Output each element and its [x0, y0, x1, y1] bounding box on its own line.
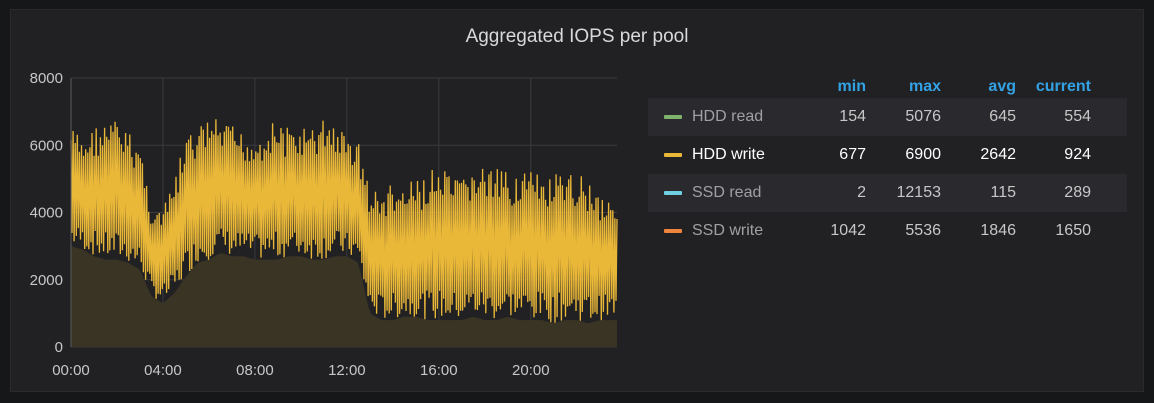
x-tick-label: 08:00 — [236, 362, 274, 379]
series-color-swatch[interactable] — [664, 115, 682, 119]
min-value: 2 — [857, 184, 866, 201]
y-tick-label: 4000 — [30, 205, 63, 222]
min-value: 1042 — [830, 222, 866, 239]
max-value: 12153 — [896, 184, 942, 201]
min-value: 154 — [839, 108, 866, 125]
current-value: 924 — [1064, 146, 1091, 163]
legend-row-ssd-write[interactable]: SSD write 1042 5536 1846 1650 — [648, 212, 1127, 250]
legend-row-hdd-read[interactable]: HDD read 154 5076 645 554 — [648, 98, 1127, 136]
min-value: 677 — [839, 146, 866, 163]
y-tick-label: 0 — [55, 339, 63, 356]
max-value: 5076 — [905, 108, 941, 125]
current-value: 289 — [1064, 184, 1091, 201]
avg-value: 645 — [989, 108, 1016, 125]
legend-col-current[interactable]: current — [1016, 78, 1091, 96]
legend-row-ssd-read[interactable]: SSD read 2 12153 115 289 — [648, 174, 1127, 212]
legend-col-avg[interactable]: avg — [941, 78, 1016, 96]
x-tick-label: 16:00 — [420, 362, 458, 379]
legend-header: min max avg current — [648, 76, 1127, 98]
avg-value: 1846 — [980, 222, 1016, 239]
series-label[interactable]: HDD write — [692, 146, 765, 164]
x-tick-label: 00:00 — [52, 362, 90, 379]
current-value: 554 — [1064, 108, 1091, 125]
max-value: 5536 — [905, 222, 941, 239]
iops-chart: 0 2000 4000 6000 8000 00:00 04:00 08:00 12:00 16:… — [30, 70, 618, 379]
legend-table: min max avg current HDD read 154 5076 64… — [648, 76, 1127, 250]
avg-value: 2642 — [980, 146, 1016, 163]
series-label[interactable]: HDD read — [692, 108, 763, 126]
graph-panel: Aggregated IOPS per pool 0 2000 4000 6000 80… — [10, 9, 1144, 392]
y-tick-label: 6000 — [30, 137, 63, 154]
series-label[interactable]: SSD read — [692, 184, 761, 202]
y-tick-label: 8000 — [30, 70, 63, 87]
legend-col-min[interactable]: min — [818, 78, 866, 96]
series-label[interactable]: SSD write — [692, 222, 763, 240]
series-color-swatch[interactable] — [664, 191, 682, 195]
series-color-swatch[interactable] — [664, 229, 682, 233]
max-value: 6900 — [905, 146, 941, 163]
y-tick-label: 2000 — [30, 272, 63, 289]
avg-value: 115 — [990, 184, 1016, 201]
x-tick-label: 12:00 — [328, 362, 366, 379]
legend-col-max[interactable]: max — [866, 78, 941, 96]
series-color-swatch[interactable] — [664, 153, 682, 157]
current-value: 1650 — [1055, 222, 1091, 239]
x-tick-label: 20:00 — [512, 362, 550, 379]
legend-row-hdd-write[interactable]: HDD write 677 6900 2642 924 — [648, 136, 1127, 174]
x-tick-label: 04:00 — [144, 362, 182, 379]
